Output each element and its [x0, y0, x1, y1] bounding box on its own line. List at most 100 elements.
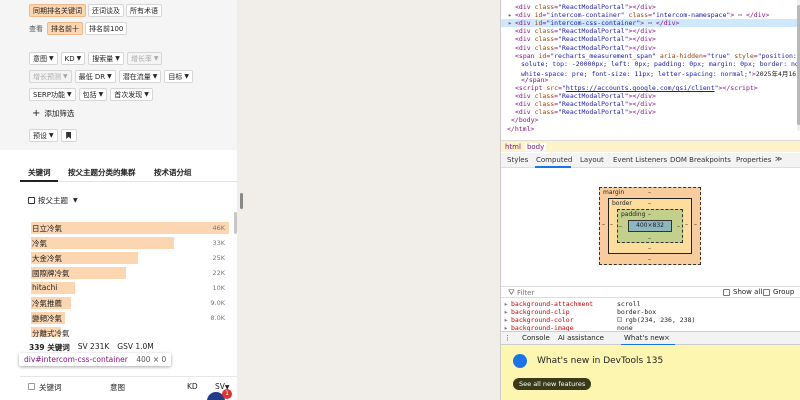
filter-icon: ⛛ — [508, 288, 515, 297]
dom-node-line[interactable]: ▸ <div id="intercom-css-container"> ⋯ </d… — [501, 19, 797, 28]
mode-same-rank-keywords[interactable]: 同期排名关键词 — [29, 4, 86, 17]
column-intent[interactable]: 意图 — [110, 382, 125, 393]
dom-node-line[interactable]: <script src="https://accounts.google.com… — [501, 84, 797, 92]
list-scrollbar[interactable] — [234, 212, 237, 234]
page-scrollbar[interactable] — [240, 193, 243, 209]
chevron-down-icon: ▼ — [152, 73, 158, 80]
dom-node-line[interactable]: <div class="ReactModalPortal"></div> — [501, 92, 797, 100]
color-swatch[interactable] — [617, 317, 622, 322]
drawer-menu-icon[interactable]: ⋮ — [504, 334, 511, 342]
tab-ai-assistance[interactable]: AI assistance — [558, 334, 604, 342]
tab-term-groups[interactable]: 按术语分组 — [154, 167, 192, 178]
computed-property-value: border-box — [617, 308, 657, 316]
group-checkbox[interactable] — [763, 289, 770, 296]
dom-node-line[interactable]: solute; top: -20000px; left: 0px; paddin… — [501, 60, 797, 68]
min-dr-filter[interactable]: 最低 DR ▼ — [74, 70, 116, 83]
dom-node-line[interactable]: <div class="ReactModalPortal"></div> — [501, 108, 797, 116]
keyword-bar-value: 33K — [212, 239, 225, 247]
computed-property-name: background-color — [511, 316, 574, 324]
growth-rate-filter[interactable]: 增长率 ▼ — [126, 52, 163, 65]
keyword-bar-list: 日立冷氣 46K 冷氣 33K 大金冷氣 25K 國際牌冷氣 22K hitachi 10K 冷氣推… — [0, 222, 237, 337]
tab-parent-topic-clusters[interactable]: 按父主题分类的集群 — [68, 167, 136, 178]
close-tab-icon[interactable]: × — [664, 334, 670, 342]
keyword-bar[interactable] — [31, 237, 174, 249]
computed-filter-input[interactable] — [517, 288, 677, 298]
serp-features-filter[interactable]: SERP功能 ▼ — [29, 88, 76, 101]
target-filter-label: 目标 — [168, 72, 183, 81]
expand-triangle-icon[interactable]: ▸ — [504, 316, 508, 324]
more-tabs-button[interactable]: ≫ — [775, 155, 782, 163]
intent-filter[interactable]: 意图 ▼ — [29, 52, 58, 65]
breadcrumb-body[interactable]: body — [524, 142, 547, 151]
dom-node-line[interactable]: </body> — [501, 116, 797, 124]
dom-node-line[interactable]: <div class="ReactModalPortal"></div> — [501, 44, 797, 52]
dom-node-line[interactable]: <div class="ReactModalPortal"></div> — [501, 27, 797, 35]
keyword-count: 339 关键词 — [29, 343, 70, 352]
show-all-checkbox[interactable] — [723, 289, 730, 296]
tab-event-listeners[interactable]: Event Listeners — [613, 156, 667, 164]
include-filter[interactable]: 包括 ▼ — [78, 88, 108, 101]
first-seen-filter[interactable]: 首次发现 ▼ — [110, 88, 153, 101]
box-model-padding: padding – – – – 400×832 — [617, 209, 683, 243]
dom-node-line[interactable]: </span> — [501, 76, 797, 84]
mode-all-terms[interactable]: 所有术语 — [126, 4, 162, 17]
tab-keywords[interactable]: 关键词 — [28, 167, 51, 178]
keyword-bar-label: 變頻冷氣 — [32, 314, 62, 323]
dom-node-line[interactable]: <div class="ReactModalPortal"></div> — [501, 3, 797, 11]
parent-topic-dropdown[interactable]: 按父主题 ▼ — [28, 195, 78, 206]
tab-styles[interactable]: Styles — [507, 156, 528, 164]
filter-row-1: 意图 ▼ KD ▼ 搜索量 ▼ 增长率 ▼ — [29, 52, 163, 65]
column-kd[interactable]: KD — [187, 382, 198, 391]
dom-node-markup: </html> — [507, 124, 535, 133]
padding-right-value: – — [677, 223, 680, 230]
expand-triangle-icon[interactable]: ▸ — [504, 324, 508, 331]
dom-node-line[interactable]: ▸ <div id="intercom-container" class="int… — [501, 11, 797, 19]
box-model-margin: margin – – – – border – – – – padding – … — [599, 187, 701, 265]
dom-node-line[interactable]: </html> — [501, 125, 797, 133]
expand-triangle-icon[interactable]: ▸ — [504, 308, 508, 316]
view-label: 查看 — [29, 24, 43, 33]
growth-forecast-filter[interactable]: 增长预测 ▼ — [29, 70, 72, 83]
preset-label: 预设 — [33, 131, 47, 140]
column-keyword[interactable]: 关键词 — [39, 382, 62, 393]
see-all-features-button[interactable]: See all new features — [513, 378, 592, 390]
border-left-value: – — [610, 221, 613, 228]
computed-filter-bar: ⛛ Show all Group — [501, 286, 800, 298]
expand-triangle-icon[interactable]: ▸ — [508, 19, 512, 27]
target-filter[interactable]: 目标 ▼ — [164, 70, 193, 83]
tab-properties[interactable]: Properties — [736, 156, 771, 164]
expand-triangle-icon[interactable]: ▸ — [508, 11, 512, 19]
kd-filter[interactable]: KD ▼ — [60, 52, 86, 65]
keyword-explorer-panel: 同期排名关键词 还词谈及 所有术语 查看 排名前十 排名前100 意图 ▼ KD ▼… — [0, 0, 237, 400]
preset-dropdown[interactable]: 预设 ▼ — [29, 129, 58, 142]
search-volume-filter[interactable]: 搜索量 ▼ — [88, 52, 124, 65]
tab-console[interactable]: Console — [522, 334, 550, 342]
mode-also-talk-about[interactable]: 还词谈及 — [88, 4, 124, 17]
filter-row-2: 增长预测 ▼ 最低 DR ▼ 潜在流量 ▼ 目标 ▼ — [29, 70, 193, 83]
keyword-bar-label: 國際牌冷氣 — [32, 269, 70, 278]
dom-node-line[interactable]: <span id="recharts_measurement_span" ari… — [501, 52, 797, 60]
dom-node-line[interactable]: <div class="ReactModalPortal"></div> — [501, 35, 797, 43]
dom-node-markup: <div class="ReactModalPortal"></div> — [515, 100, 656, 109]
dom-node-markup: <div class="ReactModalPortal"></div> — [515, 3, 656, 11]
dom-node-markup: </body> — [511, 116, 539, 125]
dom-node-markup: <script src="https://accounts.google.com… — [515, 84, 758, 92]
expand-triangle-icon[interactable]: ▸ — [504, 300, 508, 308]
active-tab-indicator — [535, 166, 571, 168]
select-all-checkbox[interactable] — [28, 383, 35, 390]
rank-top10-toggle[interactable]: 排名前十 — [47, 22, 83, 35]
bookmark-button[interactable] — [60, 129, 77, 142]
tab-whats-new[interactable]: What's new — [624, 334, 665, 342]
breadcrumb-html[interactable]: html — [505, 143, 521, 151]
tab-computed[interactable]: Computed — [536, 156, 572, 164]
keyword-bar-label: hitachi — [32, 283, 58, 292]
include-filter-label: 包括 — [82, 90, 97, 99]
rank-top100-toggle[interactable]: 排名前100 — [85, 22, 128, 35]
tab-dom-breakpoints[interactable]: DOM Breakpoints — [670, 156, 731, 164]
tab-layout[interactable]: Layout — [580, 156, 604, 164]
potential-traffic-filter[interactable]: 潜在流量 ▼ — [118, 70, 162, 83]
dom-node-line[interactable]: <div class="ReactModalPortal"></div> — [501, 100, 797, 108]
computed-property-value: none — [617, 324, 633, 331]
add-filter-button[interactable]: + 添加筛选 — [32, 108, 74, 119]
dom-node-markup: <div class="ReactModalPortal"></div> — [515, 27, 656, 36]
